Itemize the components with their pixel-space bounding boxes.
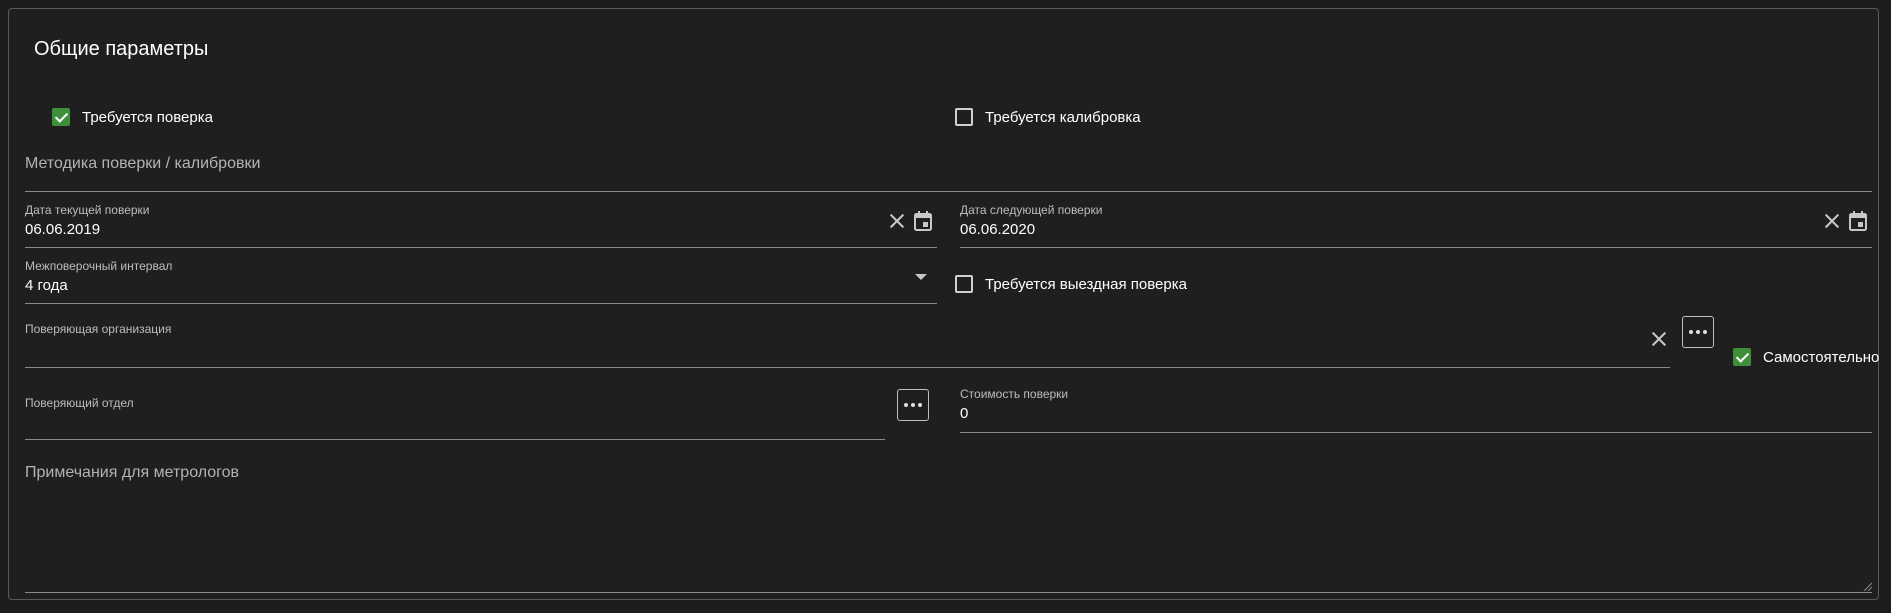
calibration-required-option[interactable]: Требуется калибровка — [955, 108, 1141, 126]
close-icon[interactable] — [1823, 212, 1841, 230]
method-field-label: Методика поверки / калибровки — [25, 155, 261, 172]
verification-required-checkbox[interactable] — [52, 108, 70, 126]
calibration-required-label: Требуется калибровка — [985, 108, 1141, 126]
interval-select[interactable]: Межповерочный интервал 4 года — [25, 254, 937, 304]
close-icon[interactable] — [1650, 330, 1668, 348]
onsite-verification-checkbox[interactable] — [955, 275, 973, 293]
self-performed-checkbox[interactable] — [1733, 348, 1751, 366]
notes-textarea[interactable]: Примечания для метрологов — [25, 455, 1872, 593]
next-verification-date-value[interactable]: 06.06.2020 — [960, 221, 1035, 238]
interval-label: Межповерочный интервал — [25, 259, 173, 273]
verification-required-option[interactable]: Требуется поверка — [52, 108, 213, 126]
section-title: Общие параметры — [34, 38, 209, 60]
close-icon[interactable] — [888, 212, 906, 230]
more-horizontal-icon — [1689, 330, 1693, 334]
current-verification-date-field[interactable]: Дата текущей поверки 06.06.2019 — [25, 199, 937, 248]
cost-field[interactable]: Стоимость поверки 0 — [960, 379, 1872, 433]
cost-value[interactable]: 0 — [960, 405, 968, 422]
onsite-verification-option[interactable]: Требуется выездная поверка — [955, 275, 1187, 293]
self-performed-label: Самостоятельно — [1763, 348, 1880, 366]
calendar-icon[interactable] — [1849, 211, 1867, 231]
calendar-icon[interactable] — [914, 211, 932, 231]
department-more-button[interactable] — [897, 389, 929, 421]
self-performed-option[interactable]: Самостоятельно — [1733, 348, 1879, 366]
onsite-verification-label: Требуется выездная поверка — [985, 275, 1187, 293]
current-verification-date-value[interactable]: 06.06.2019 — [25, 221, 100, 238]
more-dot — [918, 403, 922, 407]
organization-more-button[interactable] — [1682, 316, 1714, 348]
department-label: Поверяющий отдел — [25, 396, 134, 410]
notes-label: Примечания для метрологов — [25, 464, 240, 481]
current-verification-date-label: Дата текущей поверки — [25, 203, 150, 217]
organization-label: Поверяющая организация — [25, 322, 172, 336]
dropdown-caret-icon[interactable] — [915, 274, 927, 280]
next-verification-date-field[interactable]: Дата следующей поверки 06.06.2020 — [960, 199, 1872, 248]
general-parameters-panel: Общие параметры Требуется поверка Требуе… — [8, 8, 1879, 600]
organization-field[interactable]: Поверяющая организация — [25, 313, 1670, 368]
resize-grip-icon[interactable] — [1862, 581, 1872, 591]
next-verification-date-label: Дата следующей поверки — [960, 203, 1103, 217]
interval-value[interactable]: 4 года — [25, 277, 68, 294]
more-horizontal-icon — [904, 403, 908, 407]
more-dot — [911, 403, 915, 407]
verification-required-label: Требуется поверка — [82, 108, 213, 126]
more-dot — [1703, 330, 1707, 334]
department-field[interactable]: Поверяющий отдел — [25, 386, 885, 440]
cost-label: Стоимость поверки — [960, 387, 1069, 401]
calibration-required-checkbox[interactable] — [955, 108, 973, 126]
method-field[interactable]: Методика поверки / калибровки — [25, 149, 1872, 192]
more-dot — [1696, 330, 1700, 334]
